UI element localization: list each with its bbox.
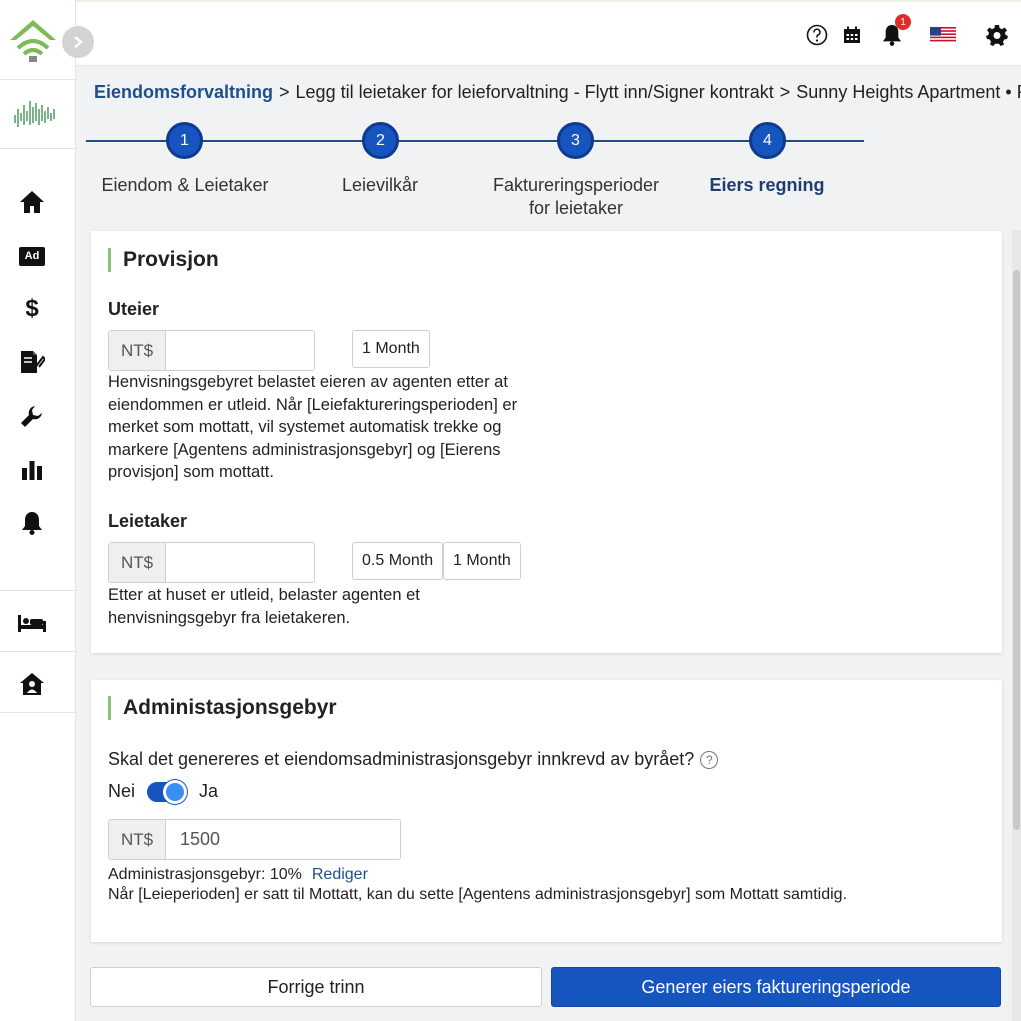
bed-icon: [18, 615, 46, 632]
landlord-commission-input[interactable]: [166, 331, 314, 370]
dollar-icon: $: [25, 295, 39, 322]
breadcrumb-separator: >: [779, 82, 791, 102]
contract-sign-icon: [21, 351, 45, 373]
calendar-icon: [844, 26, 860, 43]
sidebar-item-rooms[interactable]: [16, 607, 48, 639]
bell-icon: [22, 512, 42, 535]
brand-waveform-icon: [14, 101, 55, 127]
admin-fee-title: Administasjonsgebyr: [108, 696, 337, 720]
provision-card: Provisjon Uteier NT$ 1 Month Henvisnings…: [91, 231, 1002, 653]
step-3-label: Faktureringsperioder for leietaker: [480, 174, 672, 220]
sidebar: Ad $: [0, 0, 94, 1021]
help-button[interactable]: [804, 22, 830, 48]
notification-count-badge: 1: [895, 14, 911, 30]
step-1-circle[interactable]: 1: [166, 122, 203, 159]
sidebar-collapse-button[interactable]: [62, 26, 94, 58]
admin-fee-note: Når [Leieperioden] er satt til Mottatt, …: [108, 886, 848, 903]
settings-button[interactable]: [984, 22, 1010, 48]
sidebar-item-contracts[interactable]: [16, 346, 48, 378]
admin-fee-input[interactable]: [166, 820, 400, 859]
page-scrollbar[interactable]: [1012, 230, 1021, 1021]
step-4-circle[interactable]: 4: [749, 122, 786, 159]
admin-fee-toggle-row: Nei Ja: [108, 779, 219, 804]
scrollbar-thumb[interactable]: [1013, 270, 1020, 830]
landlord-commission-input-group: NT$: [108, 330, 315, 371]
tenant-1-month-chip[interactable]: 1 Month: [443, 542, 521, 580]
breadcrumb: Eiendomsforvaltning > Legg til leietaker f…: [94, 82, 1021, 103]
sidebar-item-notifications[interactable]: [16, 507, 48, 539]
help-icon: [806, 24, 828, 46]
step-2-label: Leievilkår: [341, 175, 419, 195]
sidebar-item-finance[interactable]: $: [16, 293, 48, 325]
currency-prefix: NT$: [109, 543, 166, 582]
notifications-button[interactable]: 1: [879, 14, 911, 48]
tenant-commission-input[interactable]: [166, 543, 314, 582]
bar-chart-icon: [22, 461, 42, 480]
step-3-circle[interactable]: 3: [557, 122, 594, 159]
admin-fee-toggle[interactable]: [147, 779, 188, 804]
wrench-icon: [21, 406, 42, 427]
admin-fee-card: Administasjonsgebyr Skal det genereres e…: [91, 680, 1002, 942]
provision-title: Provisjon: [108, 248, 219, 272]
breadcrumb-current: Sunny Heights Apartment • Rom 301: [796, 82, 1021, 102]
admin-fee-input-group: NT$: [108, 819, 401, 860]
breadcrumb-item: Legg til leietaker for leieforvaltning -…: [295, 82, 774, 102]
house-user-icon: [20, 673, 44, 695]
toggle-knob: [163, 779, 188, 804]
currency-prefix: NT$: [109, 820, 166, 859]
admin-fee-question: Skal det genereres et eiendomsadministra…: [108, 749, 719, 770]
sidebar-item-owners[interactable]: [16, 668, 48, 700]
landlord-label: Uteier: [108, 299, 160, 319]
toggle-off-label: Nei: [108, 781, 136, 801]
step-4-label: Eiers regning: [709, 175, 825, 195]
tenant-commission-description: Etter at huset er utleid, belaster agent…: [108, 586, 420, 627]
step-3-label-line1: Faktureringsperioder: [492, 175, 660, 195]
step-1-label: Eiendom & Leietaker: [101, 175, 269, 195]
sidebar-item-maintenance[interactable]: [16, 400, 48, 432]
language-selector[interactable]: [929, 22, 957, 48]
breadcrumb-root-link[interactable]: Eiendomsforvaltning: [94, 82, 273, 102]
gear-icon: [986, 25, 1008, 46]
previous-step-button[interactable]: Forrige trinn: [90, 967, 542, 1007]
app-logo-icon: [10, 20, 56, 62]
us-flag-icon: [930, 27, 956, 43]
landlord-1-month-chip[interactable]: 1 Month: [352, 330, 430, 368]
breadcrumb-separator: >: [279, 82, 290, 102]
tenant-label: Leietaker: [108, 511, 188, 531]
admin-fee-question-text: Skal det genereres et eiendomsadministra…: [108, 749, 695, 769]
calendar-button[interactable]: [839, 22, 865, 48]
help-icon[interactable]: ?: [700, 750, 719, 769]
sidebar-item-home[interactable]: [16, 186, 48, 218]
admin-fee-rate-line: Administrasjonsgebyr: 10% Rediger: [108, 866, 368, 884]
top-bar: 1: [76, 0, 1021, 66]
toggle-on-label: Ja: [199, 781, 219, 801]
currency-prefix: NT$: [109, 331, 166, 370]
ad-icon: Ad: [19, 246, 45, 266]
brand-logo: [0, 81, 76, 149]
tenant-commission-input-group: NT$: [108, 542, 315, 583]
step-2-circle[interactable]: 2: [362, 122, 399, 159]
landlord-commission-description: Henvisningsgebyret belastet eieren av ag…: [108, 373, 518, 481]
tenant-half-month-chip[interactable]: 0.5 Month: [352, 542, 444, 580]
home-icon: [20, 191, 44, 213]
step-3-label-line2: for leietaker: [528, 198, 624, 218]
generate-owner-billing-button[interactable]: Generer eiers faktureringsperiode: [551, 967, 1001, 1007]
edit-fee-rate-link[interactable]: Rediger: [312, 866, 368, 883]
sidebar-item-ads[interactable]: Ad: [16, 240, 48, 272]
sidebar-item-reports[interactable]: [16, 454, 48, 486]
admin-fee-rate-text: Administrasjonsgebyr: 10%: [108, 866, 302, 883]
chevron-right-icon: [74, 36, 83, 48]
